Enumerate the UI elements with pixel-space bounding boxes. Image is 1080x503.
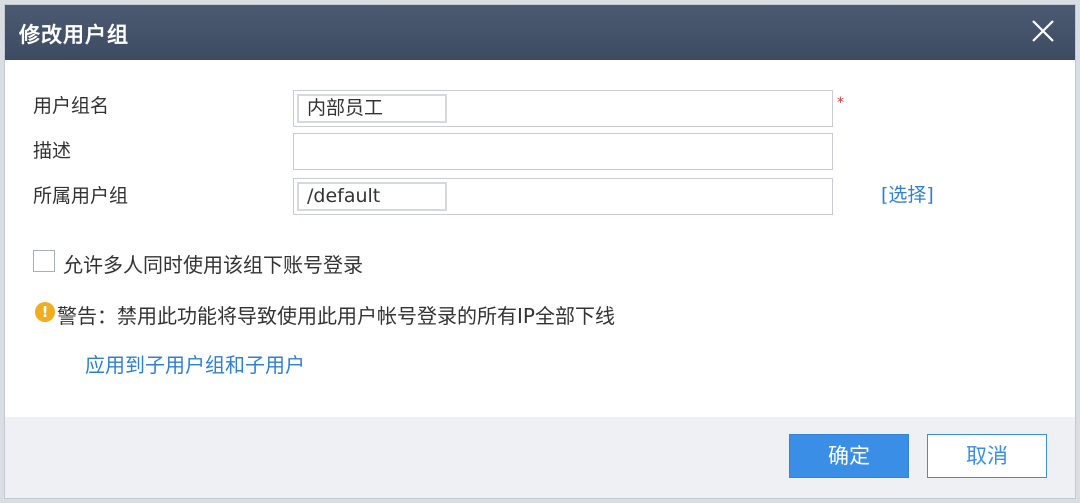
warning-icon: ! — [35, 302, 55, 322]
description-label: 描述 — [33, 140, 72, 162]
dialog-titlebar: 修改用户组 — [5, 5, 1075, 60]
multi-login-checkbox[interactable] — [33, 250, 55, 272]
group-name-value: 内部员工 — [297, 94, 447, 123]
group-name-label: 用户组名 — [33, 95, 110, 117]
parent-group-value: /default — [297, 182, 447, 211]
select-group-link[interactable]: [选择] — [881, 180, 934, 207]
close-icon[interactable] — [1027, 15, 1059, 47]
parent-group-label: 所属用户组 — [33, 185, 129, 207]
ok-button[interactable]: 确定 — [789, 434, 909, 478]
edit-user-group-dialog: 修改用户组 用户组名 内部员工 * 描述 所属用户组 /default [选择]… — [4, 4, 1076, 499]
group-name-field[interactable]: 内部员工 — [293, 90, 833, 127]
required-mark: * — [837, 95, 844, 111]
apply-to-subgroups-link[interactable]: 应用到子用户组和子用户 — [85, 349, 305, 378]
parent-group-field[interactable]: /default — [293, 178, 833, 215]
dialog-title: 修改用户组 — [19, 23, 129, 47]
warning-text: 警告：禁用此功能将导致使用此用户帐号登录的所有IP全部下线 — [57, 304, 615, 328]
cancel-button[interactable]: 取消 — [927, 434, 1047, 478]
description-field[interactable] — [293, 133, 833, 170]
dialog-footer: 确定 取消 — [5, 417, 1075, 498]
multi-login-label: 允许多人同时使用该组下账号登录 — [63, 253, 363, 277]
